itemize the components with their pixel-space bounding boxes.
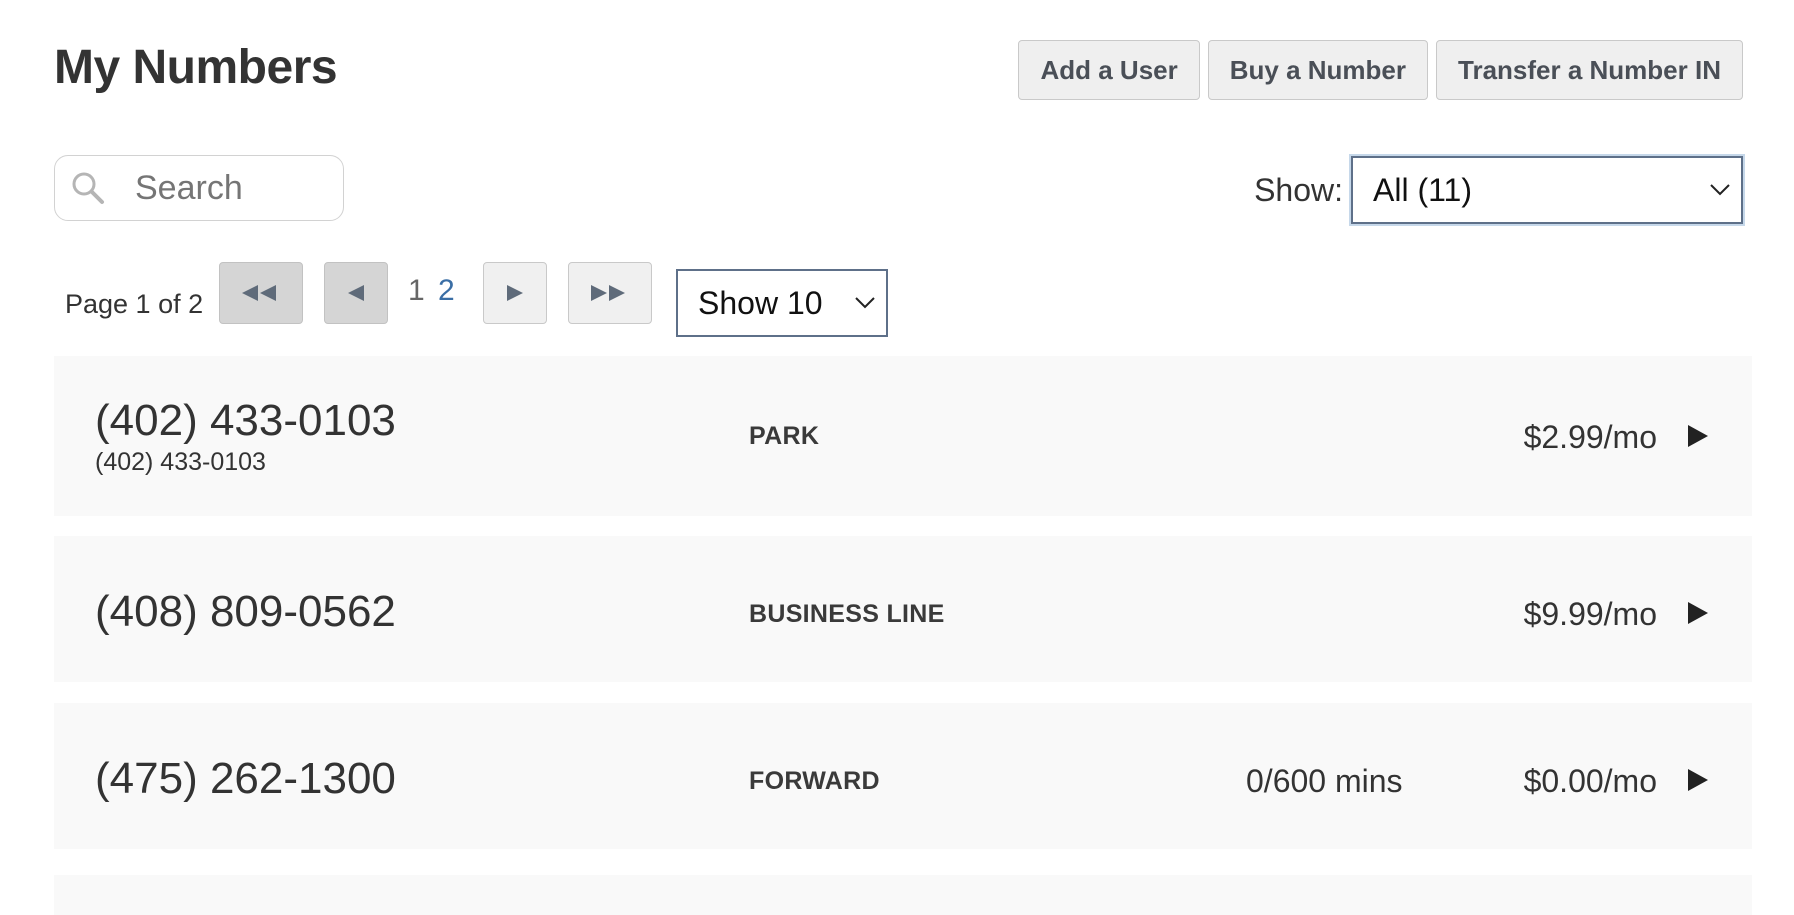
chevron-down-icon	[1710, 184, 1730, 196]
page-number-2[interactable]: 2	[438, 274, 455, 308]
last-page-button[interactable]	[568, 262, 652, 324]
header-actions: Add a User Buy a Number Transfer a Numbe…	[1018, 40, 1743, 100]
line-type: FORWARD	[749, 767, 880, 795]
page-info: Page 1 of 2	[65, 289, 204, 319]
number-row[interactable]: (408) 809-0562 BUSINESS LINE $9.99/mo	[54, 536, 1752, 682]
right-arrow-icon[interactable]	[1688, 425, 1708, 447]
chevron-down-icon	[855, 297, 875, 309]
next-page-button[interactable]	[483, 262, 547, 324]
first-page-button[interactable]	[219, 262, 303, 324]
show-filter-label: Show:	[1254, 171, 1343, 208]
search-input[interactable]	[135, 168, 335, 208]
right-arrow-icon[interactable]	[1688, 769, 1708, 791]
phone-number: (402) 433-0103	[95, 396, 396, 445]
transfer-number-button[interactable]: Transfer a Number IN	[1436, 40, 1743, 100]
pagination: Page 1 of 2 1 2 Show 10	[54, 262, 954, 338]
monthly-price: $0.00/mo	[1523, 763, 1657, 799]
page-title: My Numbers	[54, 41, 338, 94]
prev-page-button[interactable]	[324, 262, 388, 324]
minutes-usage: 0/600 mins	[1246, 763, 1403, 799]
search-box[interactable]	[54, 155, 344, 221]
number-row-partial[interactable]	[54, 875, 1752, 915]
monthly-price: $9.99/mo	[1523, 596, 1657, 632]
right-arrow-icon	[507, 285, 523, 301]
search-icon	[65, 165, 111, 211]
page-number-1[interactable]: 1	[408, 274, 425, 308]
per-page-value: Show 10	[698, 284, 823, 321]
double-left-arrow-icon	[242, 285, 276, 301]
buy-number-button[interactable]: Buy a Number	[1207, 40, 1429, 100]
phone-number-subtitle: (402) 433-0103	[95, 448, 266, 476]
phone-number: (475) 262-1300	[95, 754, 396, 803]
numbers-list: (402) 433-0103 (402) 433-0103 PARK $2.99…	[54, 356, 1752, 915]
monthly-price: $2.99/mo	[1523, 419, 1657, 455]
number-row[interactable]: (402) 433-0103 (402) 433-0103 PARK $2.99…	[54, 356, 1752, 516]
line-type: BUSINESS LINE	[749, 600, 945, 628]
show-filter: Show: All (11)	[1254, 156, 1743, 224]
line-type: PARK	[749, 422, 820, 450]
show-filter-value: All (11)	[1373, 171, 1472, 208]
per-page-select[interactable]: Show 10	[676, 269, 888, 337]
show-filter-select[interactable]: All (11)	[1351, 156, 1743, 224]
phone-number: (408) 809-0562	[95, 587, 396, 636]
double-right-arrow-icon	[591, 285, 625, 301]
number-row[interactable]: (475) 262-1300 FORWARD 0/600 mins $0.00/…	[54, 703, 1752, 849]
add-user-button[interactable]: Add a User	[1018, 40, 1200, 100]
left-arrow-icon	[348, 285, 364, 301]
right-arrow-icon[interactable]	[1688, 602, 1708, 624]
